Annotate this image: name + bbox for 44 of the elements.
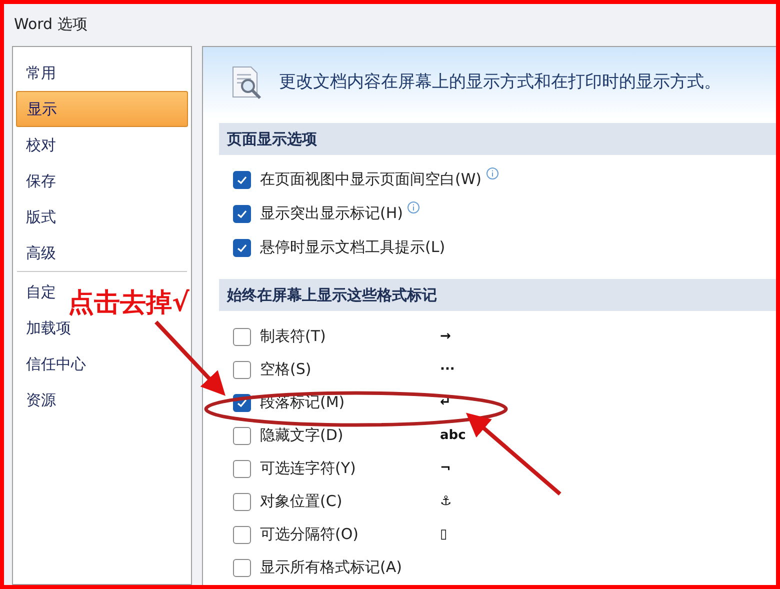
format-mark: →: [440, 328, 451, 346]
checkbox[interactable]: [233, 204, 251, 222]
format-mark: ⚓: [440, 492, 452, 511]
option-label: 制表符(T): [260, 327, 326, 346]
sidebar-item[interactable]: 资源: [16, 382, 66, 418]
sidebar-item[interactable]: 高级: [16, 235, 66, 271]
check-icon: [236, 208, 248, 220]
check-icon: [236, 242, 248, 254]
checkbox[interactable]: [233, 360, 251, 378]
checkbox[interactable]: [233, 558, 251, 576]
checkbox[interactable]: [233, 238, 251, 256]
checkbox[interactable]: [233, 526, 251, 544]
sidebar-item[interactable]: 信任中心: [16, 346, 96, 382]
sidebar-item[interactable]: 校对: [16, 127, 66, 163]
annotation-text: 点击去掉√: [68, 287, 190, 320]
option-label: 在页面视图中显示页面间空白(W): [260, 170, 482, 189]
header-text: 更改文档内容在屏幕上的显示方式和在打印时的显示方式。: [279, 71, 721, 94]
format-mark: ···: [440, 360, 455, 379]
format-mark: ¬: [440, 460, 451, 478]
format-mark: ▯: [440, 526, 448, 544]
window-title: Word 选项: [14, 15, 88, 33]
option-label: 显示突出显示标记(H): [260, 204, 403, 223]
option-label: 空格(S): [260, 360, 312, 379]
format-mark: ↵: [440, 394, 451, 412]
sidebar-item[interactable]: 保存: [16, 163, 66, 199]
section-header: 页面显示选项: [219, 123, 776, 155]
checkbox[interactable]: [233, 426, 251, 444]
section-header: 始终在屏幕上显示这些格式标记: [219, 279, 776, 311]
sidebar-item[interactable]: 自定: [16, 274, 66, 310]
sidebar-item[interactable]: 版式: [16, 199, 66, 235]
option-label: 隐藏文字(D): [260, 426, 344, 445]
checkbox[interactable]: [233, 460, 251, 478]
checkbox[interactable]: [233, 492, 251, 510]
sidebar-item[interactable]: 显示: [16, 91, 188, 127]
option-label: 对象位置(C): [260, 492, 342, 511]
checkbox[interactable]: [233, 170, 251, 188]
option-label: 悬停时显示文档工具提示(L): [260, 238, 446, 257]
check-icon: [236, 174, 248, 186]
option-label: 显示所有格式标记(A): [260, 558, 402, 577]
sidebar-item[interactable]: 常用: [16, 55, 66, 91]
option-label: 可选分隔符(O): [260, 525, 359, 544]
option-label: 可选连字符(Y): [260, 459, 356, 478]
format-mark: abc: [440, 426, 466, 445]
checkbox[interactable]: [233, 328, 251, 346]
